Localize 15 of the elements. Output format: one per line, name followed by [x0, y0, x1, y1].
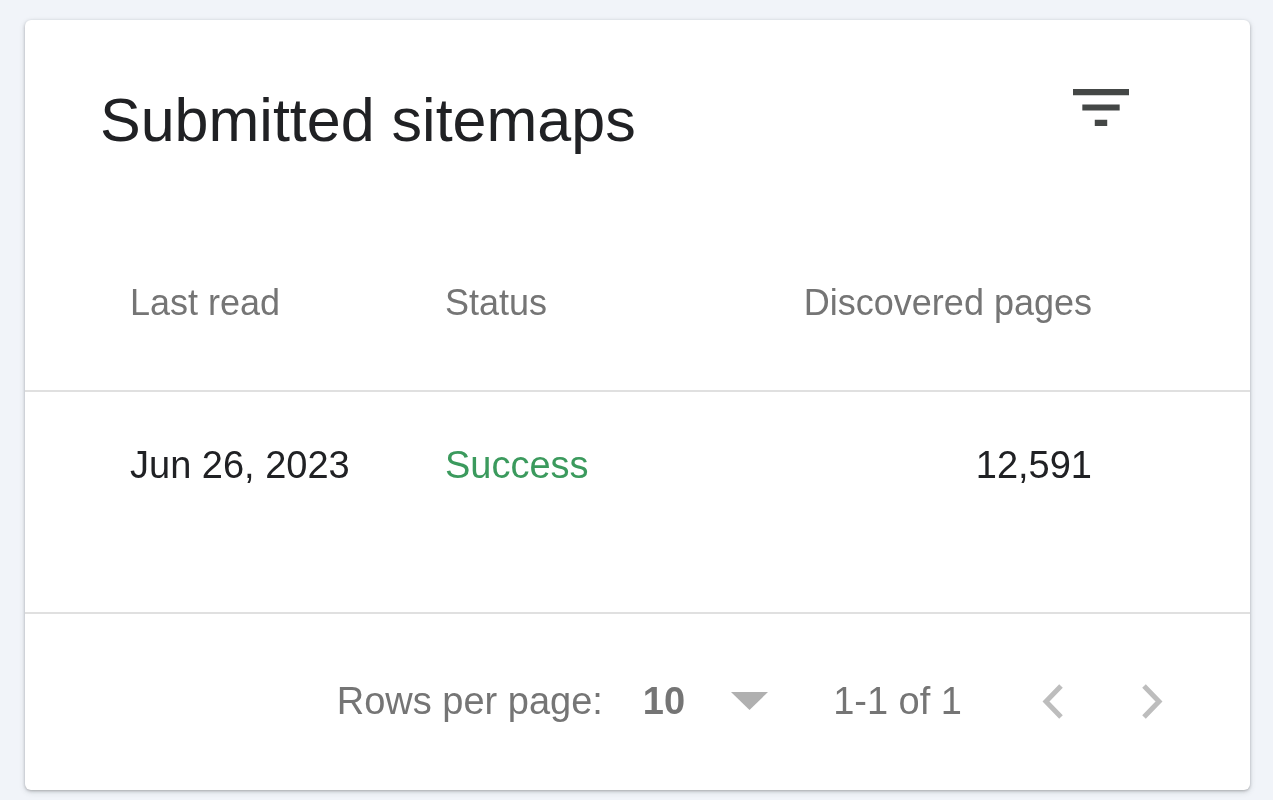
column-header: Last read	[130, 281, 281, 325]
chevron-left-icon	[1040, 682, 1065, 720]
column-header: Status	[445, 281, 548, 325]
card-title: Submitted sitemaps	[100, 85, 636, 156]
status-cell-text: Success	[445, 443, 589, 488]
rows-per-page-select[interactable]: 10	[642, 677, 769, 725]
chevron-right-icon	[1140, 682, 1165, 720]
filter-icon	[1073, 89, 1129, 126]
rows-per-page-label: Rows per page:	[336, 679, 603, 724]
date-cell-text: Jun 26, 2023	[130, 443, 350, 488]
pages-count-cell-text: 12,591	[975, 443, 1092, 488]
filter-button[interactable]	[1073, 89, 1129, 126]
column-header: Discovered pages	[803, 281, 1092, 325]
caret-icon	[731, 692, 769, 710]
page-range: 1-1 of 1	[833, 679, 962, 724]
